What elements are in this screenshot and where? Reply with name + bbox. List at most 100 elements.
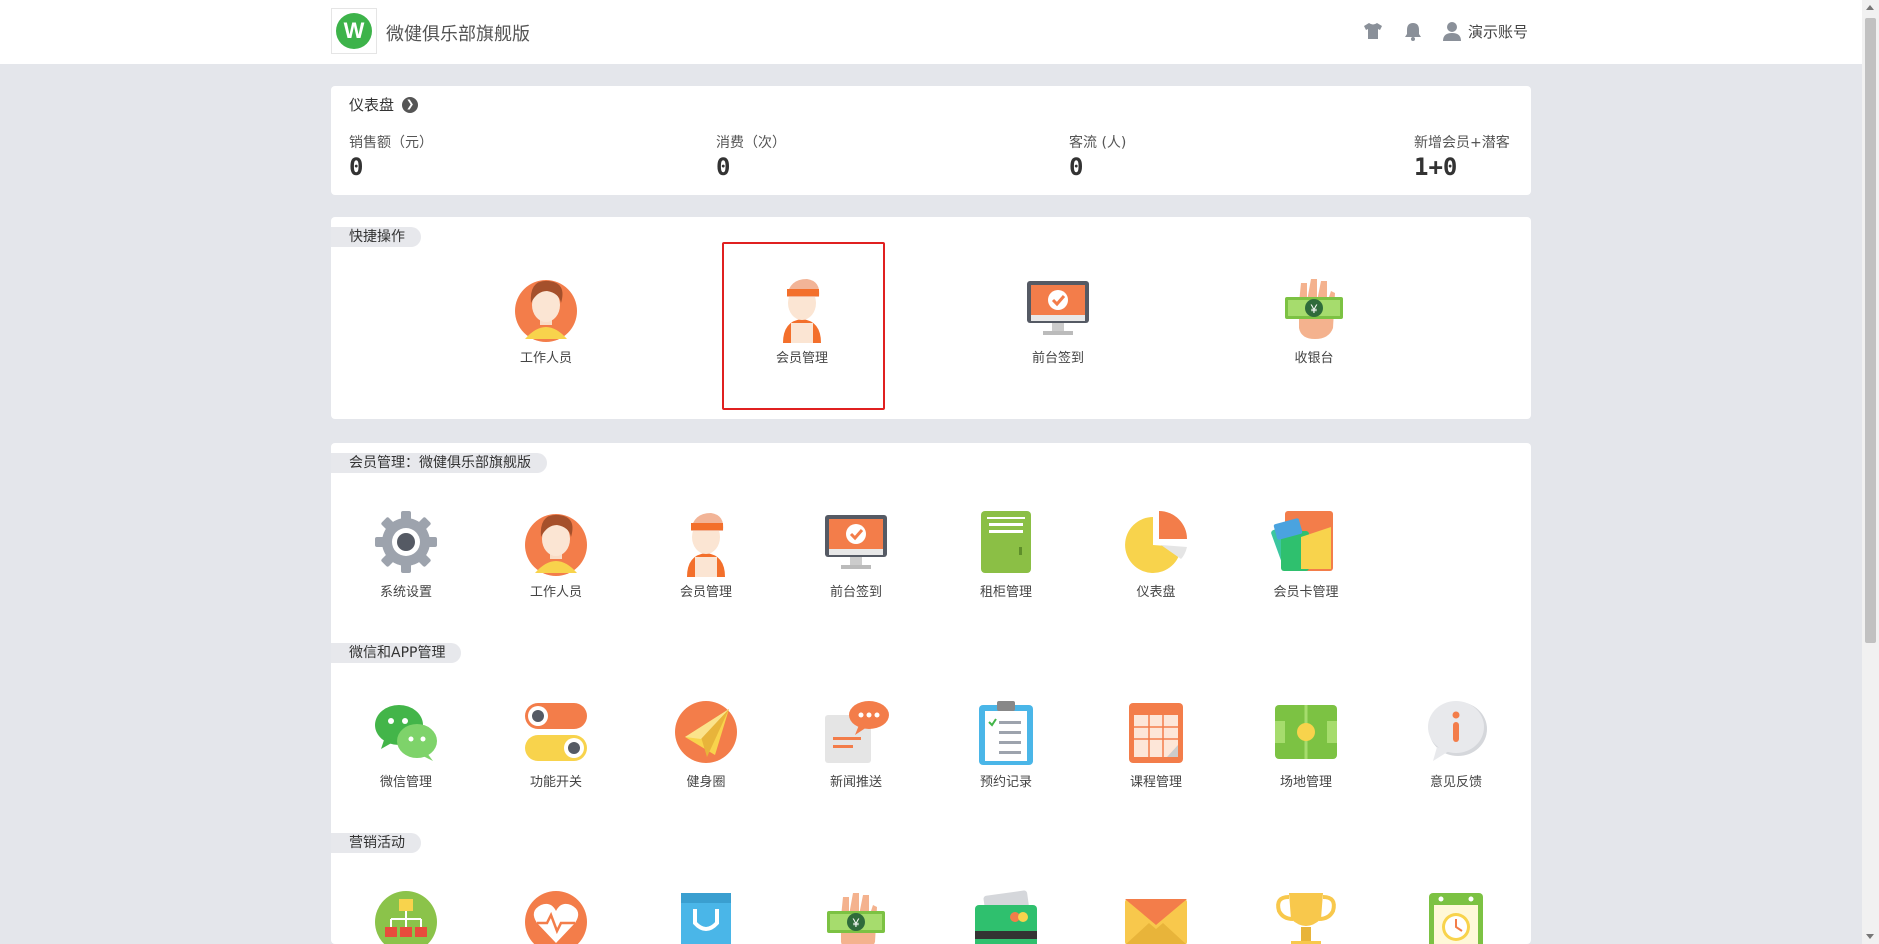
module-member[interactable]: 会员管理 [651, 507, 761, 600]
stat-new-members: 新增会员+潜客 1+0 [1414, 132, 1510, 181]
marketing-section-title: 营销活动 [331, 833, 421, 853]
quick-cashier-tile[interactable]: 收银台 [1259, 273, 1369, 366]
user-icon [1442, 22, 1461, 41]
staff-icon [511, 273, 581, 343]
tile-label: 课程管理 [1129, 775, 1182, 790]
scrollbar[interactable] [1862, 0, 1879, 944]
module-staff[interactable]: 工作人员 [501, 507, 611, 600]
module-member-cards[interactable]: 会员卡管理 [1251, 507, 1361, 600]
field-icon [1271, 697, 1341, 767]
account-name: 演示账号 [1467, 22, 1528, 41]
tile-label: 系统设置 [379, 585, 432, 600]
stat-label: 消费（次） [716, 135, 786, 151]
staff-icon [521, 507, 591, 577]
scroll-thumb[interactable] [1865, 18, 1876, 643]
wechat-section-title: 微信和APP管理 [331, 643, 462, 663]
logo-icon: W [336, 13, 372, 49]
module-marketing-8[interactable] [1401, 887, 1511, 944]
member-icon [671, 507, 741, 577]
tile-label: 工作人员 [519, 351, 572, 366]
module-feedback[interactable]: 意见反馈 [1401, 697, 1511, 790]
quick-staff-tile[interactable]: 工作人员 [491, 273, 601, 366]
selection-highlight [722, 242, 885, 410]
module-marketing-3[interactable] [651, 887, 761, 944]
module-venue[interactable]: 场地管理 [1251, 697, 1361, 790]
credit-card-icon [971, 887, 1041, 944]
module-checkin[interactable]: 前台签到 [801, 507, 911, 600]
dashboard-card: 仪表盘 ❯ 销售额（元） 0 消费（次） 0 客流 (人) 0 新增会员+潜客 … [331, 86, 1531, 195]
module-courses[interactable]: 课程管理 [1101, 697, 1211, 790]
tile-label: 会员管理 [679, 585, 732, 600]
dashboard-title: 仪表盘 [349, 96, 395, 114]
module-system-settings[interactable]: 系统设置 [351, 507, 461, 600]
top-right-toolbar: 演示账号 [1362, 20, 1528, 42]
module-booking-records[interactable]: 预约记录 [951, 697, 1061, 790]
org-chart-icon [371, 887, 441, 944]
tile-label: 健身圈 [686, 775, 726, 790]
checkin-monitor-icon [821, 507, 891, 577]
module-fitness-circle[interactable]: 健身圈 [651, 697, 761, 790]
paper-plane-icon [671, 697, 741, 767]
dashboard-header[interactable]: 仪表盘 ❯ [349, 94, 419, 115]
checkin-monitor-icon [1023, 273, 1093, 343]
bell-icon[interactable] [1402, 20, 1424, 42]
cashier-icon [1279, 273, 1349, 343]
module-marketing-5[interactable] [951, 887, 1061, 944]
stat-traffic: 客流 (人) 0 [1069, 132, 1126, 181]
news-chat-icon [821, 697, 891, 767]
quick-actions-title: 快捷操作 [331, 227, 421, 247]
tile-label: 租柜管理 [979, 585, 1032, 600]
cashier-icon [821, 887, 891, 944]
arrow-right-icon[interactable]: ❯ [402, 96, 419, 113]
scroll-up-arrow[interactable] [1866, 5, 1874, 10]
tile-label: 工作人员 [529, 585, 582, 600]
quick-checkin-tile[interactable]: 前台签到 [1003, 273, 1113, 366]
toggle-icon [521, 697, 591, 767]
scroll-down-arrow[interactable] [1866, 934, 1874, 939]
stat-sales: 销售额（元） 0 [349, 132, 433, 181]
feedback-icon [1421, 697, 1491, 767]
module-marketing-7[interactable] [1251, 887, 1361, 944]
module-marketing-4[interactable] [801, 887, 911, 944]
stat-label: 客流 (人) [1069, 135, 1127, 151]
app-title: 微健俱乐部旗舰版 [386, 24, 530, 45]
module-wechat[interactable]: 微信管理 [351, 697, 461, 790]
module-marketing-1[interactable] [351, 887, 461, 944]
tile-label: 预约记录 [979, 775, 1032, 790]
tile-label: 仪表盘 [1136, 585, 1176, 600]
calendar-icon [1121, 697, 1191, 767]
stat-value: 0 [1069, 153, 1084, 181]
tile-label: 会员卡管理 [1273, 585, 1339, 600]
locker-icon [971, 507, 1041, 577]
tile-label: 前台签到 [1031, 351, 1084, 366]
tile-label: 前台签到 [829, 585, 882, 600]
tile-label: 意见反馈 [1429, 775, 1482, 790]
stat-label: 新增会员+潜客 [1414, 135, 1510, 151]
module-marketing-6[interactable] [1101, 887, 1211, 944]
logo[interactable]: W [331, 8, 377, 54]
gear-icon [371, 507, 441, 577]
quick-actions-card: 快捷操作 工作人员 会员管理 前台签到 收银台 [331, 217, 1531, 419]
tile-label: 收银台 [1294, 351, 1334, 366]
tile-label: 场地管理 [1279, 775, 1332, 790]
shirt-icon[interactable] [1362, 20, 1384, 42]
cards-icon [1271, 507, 1341, 577]
clock-calendar-icon [1421, 887, 1491, 944]
stat-value: 0 [716, 153, 731, 181]
module-news-push[interactable]: 新闻推送 [801, 697, 911, 790]
module-feature-toggle[interactable]: 功能开关 [501, 697, 611, 790]
tile-label: 功能开关 [529, 775, 582, 790]
account-menu[interactable]: 演示账号 [1442, 21, 1528, 42]
envelope-icon [1121, 887, 1191, 944]
tile-label: 微信管理 [379, 775, 432, 790]
stat-label: 销售额（元） [349, 135, 433, 151]
clipboard-icon [971, 697, 1041, 767]
module-marketing-2[interactable] [501, 887, 611, 944]
wechat-icon [371, 697, 441, 767]
member-section-title: 会员管理：微健俱乐部旗舰版 [331, 453, 547, 473]
stat-consumption: 消费（次） 0 [716, 132, 786, 181]
module-dashboard[interactable]: 仪表盘 [1101, 507, 1211, 600]
heartbeat-icon [521, 887, 591, 944]
module-locker[interactable]: 租柜管理 [951, 507, 1061, 600]
tile-label: 新闻推送 [829, 775, 882, 790]
